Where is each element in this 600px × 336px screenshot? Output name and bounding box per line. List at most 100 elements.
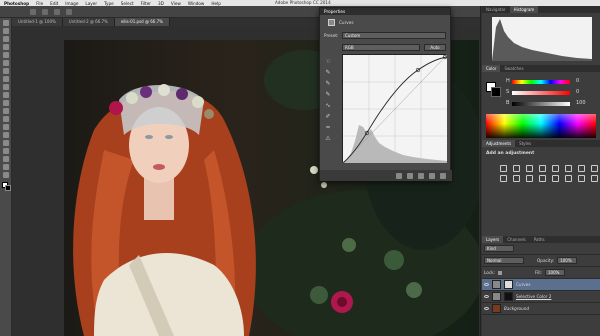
- view-previous-icon[interactable]: [407, 172, 413, 179]
- clip-to-layer-icon[interactable]: [396, 172, 402, 179]
- gradient-map-icon[interactable]: [578, 175, 585, 182]
- saturation-slider[interactable]: [512, 91, 570, 95]
- white-point-eyedropper-icon[interactable]: ✎: [324, 91, 332, 99]
- layer-row-curves[interactable]: Curves: [482, 279, 600, 291]
- hand-tool-icon[interactable]: [3, 164, 9, 170]
- menu-file[interactable]: File: [36, 1, 43, 6]
- kind-filter-select[interactable]: Kind: [484, 245, 514, 252]
- tab-channels[interactable]: Channels: [503, 236, 530, 243]
- doc-tab-active[interactable]: ellis-01.psd @ 66.7%: [114, 18, 170, 26]
- black-white-icon[interactable]: [591, 165, 598, 172]
- threshold-icon[interactable]: [565, 175, 572, 182]
- brightness-value[interactable]: 100: [576, 100, 586, 106]
- tab-color[interactable]: Color: [482, 65, 501, 72]
- visibility-icon[interactable]: [429, 172, 435, 179]
- menu-image[interactable]: Image: [65, 1, 78, 6]
- hue-value[interactable]: 0: [576, 78, 579, 84]
- eye-icon[interactable]: [484, 283, 489, 286]
- smooth-curve-icon[interactable]: ≈: [324, 124, 332, 132]
- menu-edit[interactable]: Edit: [50, 1, 58, 6]
- layer-mask-thumbnail[interactable]: [504, 280, 513, 289]
- tab-adjustments[interactable]: Adjustments: [482, 140, 516, 147]
- lock-icon[interactable]: [497, 270, 502, 275]
- dodge-tool-icon[interactable]: [3, 124, 9, 130]
- path-select-tool-icon[interactable]: [3, 148, 9, 154]
- color-lookup-icon[interactable]: [526, 175, 533, 182]
- eye-icon[interactable]: [484, 295, 489, 298]
- posterize-icon[interactable]: [552, 175, 559, 182]
- options-button[interactable]: [54, 8, 60, 15]
- hue-slider[interactable]: [512, 80, 570, 84]
- eraser-tool-icon[interactable]: [3, 100, 9, 106]
- history-brush-tool-icon[interactable]: [3, 92, 9, 98]
- options-button[interactable]: [30, 8, 36, 15]
- blur-tool-icon[interactable]: [3, 116, 9, 122]
- auto-button[interactable]: Auto: [424, 44, 446, 51]
- tab-paths[interactable]: Paths: [530, 236, 549, 243]
- tab-histogram[interactable]: Histogram: [509, 6, 539, 13]
- gradient-tool-icon[interactable]: [3, 108, 9, 114]
- marquee-tool-icon[interactable]: [3, 28, 9, 34]
- reset-icon[interactable]: [418, 172, 424, 179]
- menu-type[interactable]: Type: [104, 1, 114, 6]
- channel-mixer-icon[interactable]: [513, 175, 520, 182]
- healing-tool-icon[interactable]: [3, 68, 9, 74]
- menu-window[interactable]: Window: [188, 1, 205, 6]
- preset-select[interactable]: Custom: [342, 32, 446, 39]
- hue-saturation-icon[interactable]: [565, 165, 572, 172]
- color-background-swatch[interactable]: [491, 87, 501, 97]
- doc-tab[interactable]: Untitled-2 @ 66.7%: [62, 18, 115, 26]
- eye-icon[interactable]: [484, 307, 489, 310]
- photo-filter-icon[interactable]: [500, 175, 507, 182]
- tab-styles[interactable]: Styles: [515, 140, 535, 147]
- pen-tool-icon[interactable]: [3, 132, 9, 138]
- menu-filter[interactable]: Filter: [141, 1, 151, 6]
- menu-view[interactable]: View: [171, 1, 181, 6]
- gray-point-eyedropper-icon[interactable]: ✎: [324, 80, 332, 88]
- menu-3d[interactable]: 3D: [158, 1, 164, 6]
- options-button[interactable]: [66, 8, 72, 15]
- quick-select-tool-icon[interactable]: [3, 44, 9, 50]
- tab-layers[interactable]: Layers: [482, 236, 504, 243]
- eyedropper-tool-icon[interactable]: [3, 60, 9, 66]
- background-color-swatch[interactable]: [5, 185, 11, 191]
- options-button[interactable]: [42, 8, 48, 15]
- type-tool-icon[interactable]: [3, 140, 9, 146]
- brightness-contrast-icon[interactable]: [500, 165, 507, 172]
- selective-color-icon[interactable]: [591, 175, 598, 182]
- menu-layer[interactable]: Layer: [85, 1, 97, 6]
- move-tool-icon[interactable]: [3, 20, 9, 26]
- pencil-draw-icon[interactable]: ✐: [324, 113, 332, 121]
- layer-mask-thumbnail[interactable]: [504, 292, 513, 301]
- target-adjust-icon[interactable]: ☜: [324, 58, 332, 66]
- brightness-slider[interactable]: [512, 102, 570, 106]
- menu-photoshop[interactable]: Photoshop: [4, 1, 29, 6]
- layer-row-background[interactable]: Background: [482, 303, 600, 315]
- tab-swatches[interactable]: Swatches: [500, 65, 527, 72]
- curves-graph[interactable]: [342, 54, 448, 164]
- menu-select[interactable]: Select: [121, 1, 134, 6]
- warning-icon[interactable]: ⚠: [324, 135, 332, 143]
- color-balance-icon[interactable]: [578, 165, 585, 172]
- color-spectrum[interactable]: [486, 114, 596, 138]
- menu-help[interactable]: Help: [211, 1, 221, 6]
- brush-tool-icon[interactable]: [3, 76, 9, 82]
- levels-icon[interactable]: [513, 165, 520, 172]
- fill-field[interactable]: 100%: [544, 269, 565, 276]
- channel-select[interactable]: RGB: [342, 44, 420, 51]
- invert-icon[interactable]: [539, 175, 546, 182]
- stamp-tool-icon[interactable]: [3, 84, 9, 90]
- opacity-field[interactable]: 100%: [557, 257, 578, 264]
- shape-tool-icon[interactable]: [3, 156, 9, 162]
- doc-tab[interactable]: Untitled-1 @ 100%: [12, 18, 63, 26]
- black-point-eyedropper-icon[interactable]: ✎: [324, 69, 332, 77]
- tab-navigator[interactable]: Navigator: [482, 6, 510, 13]
- lasso-tool-icon[interactable]: [3, 36, 9, 42]
- saturation-value[interactable]: 0: [576, 89, 579, 95]
- curve-point-tool-icon[interactable]: ∿: [324, 102, 332, 110]
- trash-icon[interactable]: [440, 172, 446, 179]
- exposure-icon[interactable]: [539, 165, 546, 172]
- vibrance-icon[interactable]: [552, 165, 559, 172]
- zoom-tool-icon[interactable]: [3, 172, 9, 178]
- properties-tab[interactable]: Properties: [320, 8, 450, 15]
